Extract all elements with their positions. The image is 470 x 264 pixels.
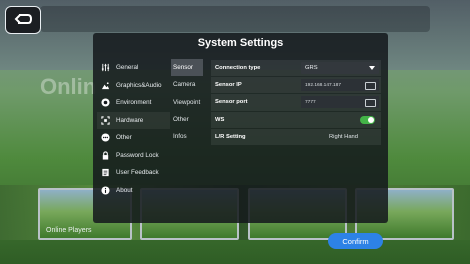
submenu-item-infos[interactable]: Infos <box>171 128 203 145</box>
background-thumbnail-label: Online Players <box>46 227 92 234</box>
toggle-knob <box>368 116 374 123</box>
keyboard-icon[interactable] <box>365 99 376 108</box>
sensor-ip-field[interactable]: 192.168.147.187 <box>301 79 379 92</box>
menu-item-label: Graphics&Audio <box>116 81 162 89</box>
menu-item-user-feedback[interactable]: User Feedback <box>97 164 170 182</box>
menu-item-label: Hardware <box>116 116 144 124</box>
image-icon <box>100 80 111 91</box>
submenu-item-camera[interactable]: Camera <box>171 76 203 93</box>
menu-item-label: Password Lock <box>116 151 159 159</box>
submenu-item-other[interactable]: Other <box>171 111 203 128</box>
lr-setting-value[interactable]: Right Hand <box>329 134 358 140</box>
settings-submenu: Sensor Camera Viewpoint Other Infos <box>171 59 203 145</box>
submenu-item-viewpoint[interactable]: Viewpoint <box>171 94 203 111</box>
back-arrow-icon <box>14 14 32 24</box>
sliders-icon <box>100 62 111 73</box>
ws-toggle[interactable] <box>360 115 375 124</box>
sensor-port-field[interactable]: 7777 <box>301 96 379 109</box>
menu-item-label: General <box>116 64 139 72</box>
sensor-port-value: 7777 <box>305 99 316 105</box>
background-online-text: Onlin <box>40 74 97 99</box>
connection-type-label: Connection type <box>215 65 261 72</box>
top-bar-background <box>40 6 430 32</box>
menu-item-about[interactable]: About <box>97 182 170 200</box>
lr-setting-label: L/R Setting <box>215 133 246 140</box>
info-icon <box>100 185 111 196</box>
menu-item-label: Other <box>116 134 132 142</box>
lock-icon <box>100 150 111 161</box>
menu-item-environment[interactable]: Environment <box>97 94 170 112</box>
lr-setting-row: L/R Setting Right Hand <box>211 128 381 145</box>
menu-item-label: User Feedback <box>116 169 159 177</box>
menu-item-hardware[interactable]: Hardware <box>97 111 170 129</box>
settings-panel: Connection type GRS Sensor IP 192.168.14… <box>211 60 381 146</box>
menu-item-other[interactable]: Other <box>97 129 170 147</box>
sensor-ip-label: Sensor IP <box>215 82 242 89</box>
menu-item-general[interactable]: General <box>97 59 170 77</box>
sensor-port-label: Sensor port <box>215 99 248 106</box>
menu-item-label: Environment <box>116 99 152 107</box>
confirm-button[interactable]: Confirm <box>328 233 383 249</box>
menu-item-label: About <box>116 186 133 194</box>
dialog-title: System Settings <box>197 37 284 49</box>
eye-icon <box>100 97 111 108</box>
sensor-ip-row: Sensor IP 192.168.147.187 <box>211 77 381 94</box>
menu-item-graphics-audio[interactable]: Graphics&Audio <box>97 77 170 95</box>
connection-type-value: GRS <box>305 65 318 71</box>
sensor-ip-value: 192.168.147.187 <box>305 82 342 88</box>
keyboard-icon[interactable] <box>365 82 376 91</box>
connection-type-row: Connection type GRS <box>211 60 381 77</box>
sensor-port-row: Sensor port 7777 <box>211 94 381 111</box>
menu-item-password-lock[interactable]: Password Lock <box>97 147 170 165</box>
chevron-down-icon <box>369 66 375 70</box>
connection-type-dropdown[interactable]: GRS <box>301 62 379 74</box>
more-icon <box>100 132 111 143</box>
expand-icon <box>100 115 111 126</box>
document-icon <box>100 167 111 178</box>
back-button[interactable] <box>5 6 41 34</box>
submenu-item-sensor[interactable]: Sensor <box>171 59 203 77</box>
system-settings-dialog: System Settings General Graphics&Audio E… <box>93 33 388 223</box>
ws-row: WS <box>211 111 381 128</box>
settings-menu: General Graphics&Audio Environment Hardw… <box>97 59 170 199</box>
ws-label: WS <box>215 116 225 123</box>
